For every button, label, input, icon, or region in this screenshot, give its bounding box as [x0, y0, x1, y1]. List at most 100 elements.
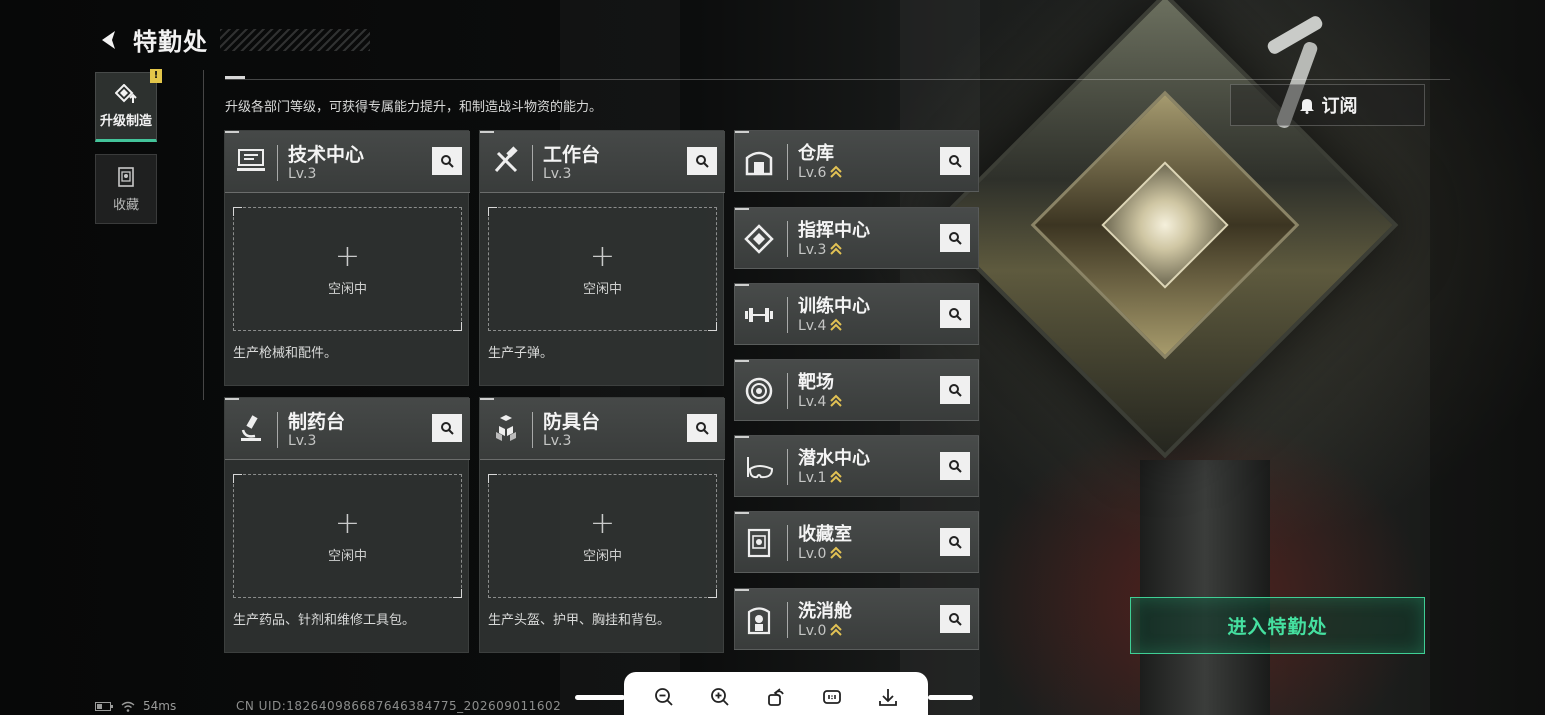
- facility-warehouse[interactable]: 仓库 Lv.6: [734, 130, 979, 192]
- facility-level: Lv.4: [798, 318, 827, 334]
- inspect-button[interactable]: [940, 224, 970, 252]
- upgrade-arrow-icon: [830, 165, 843, 178]
- target-icon: [745, 377, 773, 405]
- facility-level: Lv.3: [798, 242, 827, 258]
- card-separator: [277, 412, 278, 448]
- title-decoration: [220, 28, 370, 51]
- facility-training-center[interactable]: 训练中心 Lv.4: [734, 283, 979, 345]
- upgrade-arrow-icon: [830, 242, 843, 255]
- inspect-button[interactable]: [940, 605, 970, 633]
- inspect-button[interactable]: [687, 147, 717, 175]
- facility-command-center[interactable]: 指挥中心 Lv.3: [734, 207, 979, 269]
- facility-level-row: Lv.4: [798, 394, 843, 410]
- slot-status: 空闲中: [327, 548, 367, 564]
- upgrade-arrow-icon: [830, 623, 843, 636]
- zoom-out-button[interactable]: [649, 682, 679, 712]
- slot-status: 空闲中: [582, 548, 622, 564]
- search-icon: [441, 422, 454, 435]
- card-separator: [532, 145, 533, 181]
- production-slot[interactable]: + 空闲中: [488, 207, 717, 331]
- facility-collection-room[interactable]: 收藏室 Lv.0: [734, 511, 979, 573]
- production-slot[interactable]: + 空闲中: [488, 474, 717, 598]
- tab-collection[interactable]: 收藏: [95, 154, 157, 224]
- subscribe-button[interactable]: 订阅: [1230, 84, 1425, 126]
- inspect-button[interactable]: [940, 376, 970, 404]
- card-separator: [787, 373, 788, 409]
- card-level: Lv.3: [543, 433, 572, 449]
- upgrade-arrow-icon: [830, 470, 843, 483]
- card-separator: [787, 144, 788, 180]
- rotate-button[interactable]: [761, 682, 791, 712]
- header-divider-tick: [225, 76, 245, 79]
- wifi-icon: [121, 701, 135, 712]
- inspect-button[interactable]: [940, 528, 970, 556]
- enter-special-ops-button[interactable]: 进入特勤处: [1130, 597, 1425, 654]
- facility-level-row: Lv.1: [798, 470, 843, 486]
- facility-level-row: Lv.4: [798, 318, 843, 334]
- facility-diving-center[interactable]: 潜水中心 Lv.1: [734, 435, 979, 497]
- uid-text: CN UID:1826409866876463847​75_2026090116…: [236, 699, 562, 713]
- alert-badge: !: [150, 69, 162, 83]
- card-level: Lv.3: [543, 166, 572, 182]
- card-header: 制药台 Lv.3: [225, 398, 470, 460]
- ping-text: 54ms: [143, 699, 177, 713]
- upgrade-arrow-icon: [830, 546, 843, 559]
- computer-icon: [237, 149, 265, 171]
- inspect-button[interactable]: [432, 147, 462, 175]
- facility-shooting-range[interactable]: 靶场 Lv.4: [734, 359, 979, 421]
- card-separator: [277, 145, 278, 181]
- production-slot[interactable]: + 空闲中: [233, 207, 462, 331]
- production-slot[interactable]: + 空闲中: [233, 474, 462, 598]
- card-header: 技术中心 Lv.3: [225, 131, 470, 193]
- upgrade-icon: [115, 83, 137, 103]
- inspect-button[interactable]: [687, 414, 717, 442]
- header: 特勤处: [95, 22, 370, 57]
- facility-level-row: Lv.0: [798, 623, 843, 639]
- facility-name: 洗消舱: [798, 601, 852, 622]
- facility-level: Lv.1: [798, 470, 827, 486]
- facility-level: Lv.6: [798, 165, 827, 181]
- card-level: Lv.3: [288, 166, 317, 182]
- actual-size-button[interactable]: [817, 682, 847, 712]
- inspect-button[interactable]: [940, 452, 970, 480]
- tab-collection-label: 收藏: [112, 197, 139, 213]
- tab-upgrade-manufacture-label: 升级制造: [99, 113, 152, 129]
- inspect-button[interactable]: [940, 300, 970, 328]
- production-card-workbench: 工作台 Lv.3 + 空闲中 生产子弹。: [479, 130, 725, 386]
- inspect-button[interactable]: [432, 414, 462, 442]
- card-header: 工作台 Lv.3: [480, 131, 725, 193]
- plus-icon: +: [334, 505, 361, 541]
- inspect-button[interactable]: [940, 147, 970, 175]
- facility-level-row: Lv.0: [798, 546, 843, 562]
- facility-name: 仓库: [798, 143, 834, 164]
- enter-special-ops-label: 进入特勤处: [1227, 616, 1328, 638]
- search-icon: [696, 422, 709, 435]
- upgrade-arrow-icon: [830, 318, 843, 331]
- facility-level: Lv.0: [798, 623, 827, 639]
- facility-name: 收藏室: [798, 524, 852, 545]
- diving-mask-icon: [747, 457, 774, 479]
- sidebar-divider: [203, 70, 204, 400]
- warehouse-icon: [745, 151, 773, 176]
- facility-level-row: Lv.3: [798, 242, 843, 258]
- collection-room-icon: [747, 528, 771, 558]
- tab-upgrade-manufacture[interactable]: ! 升级制造: [95, 69, 162, 142]
- production-card-pharmacy: 制药台 Lv.3 + 空闲中 生产药品、针剂和维修工具包。: [224, 397, 470, 653]
- header-divider: [225, 79, 1450, 80]
- download-button[interactable]: [873, 682, 903, 712]
- zoom-in-icon: [711, 688, 729, 706]
- viewer-handle-left: [575, 695, 625, 700]
- search-icon: [949, 536, 962, 549]
- card-header: 防具台 Lv.3: [480, 398, 725, 460]
- card-description: 生产枪械和配件。: [233, 346, 338, 361]
- viewer-handle-right: [928, 695, 973, 700]
- production-card-tech-center: 技术中心 Lv.3 + 空闲中 生产枪械和配件。: [224, 130, 470, 386]
- facility-decontamination[interactable]: 洗消舱 Lv.0: [734, 588, 979, 650]
- collection-icon: [118, 166, 134, 187]
- zoom-in-button[interactable]: [705, 682, 735, 712]
- card-separator: [787, 221, 788, 257]
- battery-icon: [95, 701, 113, 711]
- card-separator: [787, 602, 788, 638]
- back-button[interactable]: [95, 26, 123, 54]
- command-icon: [744, 224, 774, 254]
